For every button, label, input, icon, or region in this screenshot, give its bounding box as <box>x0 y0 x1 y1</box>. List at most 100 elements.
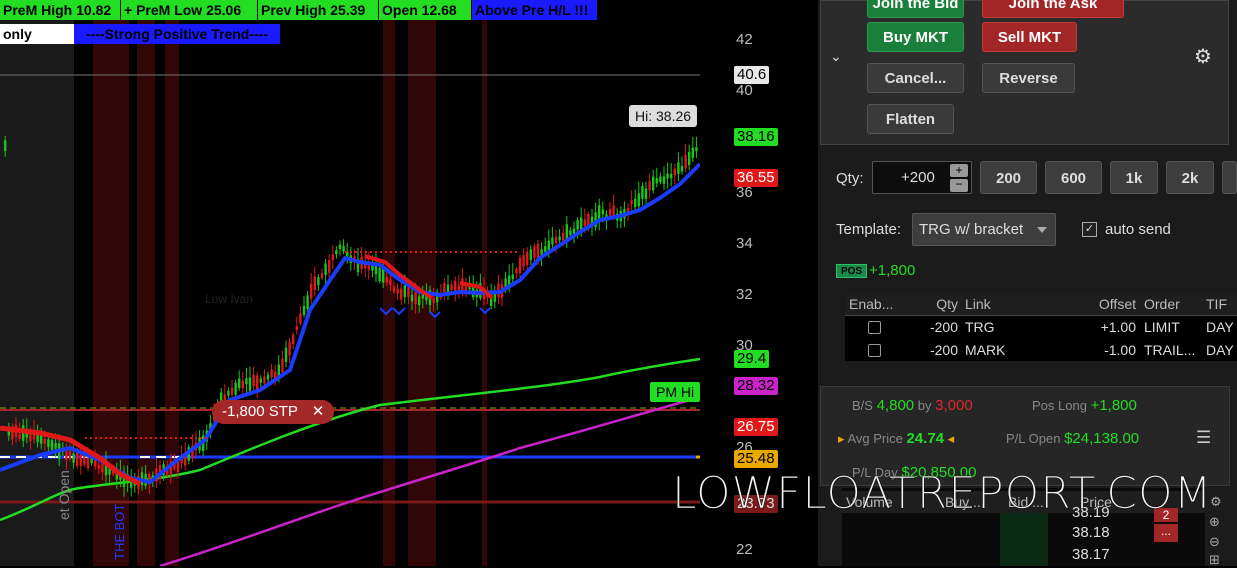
row-offset: +1.00 <box>1100 319 1136 335</box>
qty-preset-more[interactable] <box>1222 161 1237 194</box>
candle-body <box>331 254 334 261</box>
close-icon[interactable]: ✕ <box>312 403 325 420</box>
qty-input[interactable]: +200 + − <box>872 161 972 194</box>
candle-body <box>655 178 658 184</box>
candle-body <box>338 244 342 249</box>
candle-body <box>554 236 558 244</box>
candle-body <box>533 246 536 258</box>
row-tif: DAY <box>1206 342 1234 358</box>
ladder-row[interactable]: 38.17 <box>1072 546 1110 563</box>
stop-order-pill[interactable]: -1,800 STP ✕ <box>212 400 335 424</box>
price-tag-pink: 28.32 <box>734 377 778 395</box>
candle-body <box>659 176 662 183</box>
ladder-row[interactable]: 38.18 <box>1072 524 1110 541</box>
row-order: TRAIL... <box>1144 342 1196 358</box>
join-bid-button[interactable]: Join the Bid <box>867 0 964 18</box>
collapse-chevron-icon[interactable]: ⌄ <box>830 48 842 65</box>
candle-body <box>529 249 532 260</box>
header-tif[interactable]: TIF <box>1206 293 1237 315</box>
bot-vertical-label: THE BOT <box>112 503 127 560</box>
candle-body <box>569 230 572 235</box>
candle-body <box>230 387 234 395</box>
premarket-low-badge: + PreM Low 25.06 <box>121 0 257 20</box>
zoom-out-icon[interactable]: ⊖ <box>1209 534 1220 550</box>
header-order[interactable]: Order <box>1144 293 1199 315</box>
join-ask-button[interactable]: Join the Ask <box>982 0 1124 18</box>
candle-body <box>227 390 230 396</box>
row-tif: DAY <box>1206 319 1234 335</box>
avg-price-label: Avg Price <box>847 431 903 446</box>
above-pre-badge: Above Pre H/L !!! <box>472 0 597 20</box>
row-enabled-checkbox[interactable] <box>868 321 881 334</box>
candle-body <box>565 224 568 240</box>
cancel-button[interactable]: Cancel... <box>867 63 964 93</box>
candle-body <box>295 326 298 331</box>
bs-by: by <box>917 398 932 413</box>
qty-increment-icon[interactable]: + <box>950 164 968 177</box>
candle-body <box>522 255 525 267</box>
auto-send-checkbox[interactable]: ✓ <box>1082 222 1097 237</box>
candle-body <box>421 294 424 299</box>
list-menu-icon[interactable]: ☰ <box>1196 428 1211 448</box>
row-link: TRG <box>965 319 995 335</box>
candle-body <box>299 313 302 324</box>
ask-size-cell: ... <box>1154 524 1178 542</box>
candle-body <box>407 287 410 298</box>
qty-preset-1k[interactable]: 1k <box>1110 161 1158 194</box>
candle-body <box>652 176 655 191</box>
chart-canvas[interactable] <box>0 0 730 566</box>
buy-sell-stat: B/S 4,800 by 3,000 <box>852 397 973 414</box>
price-chart[interactable]: PreM High 10.82 + PreM Low 25.06 Prev Hi… <box>0 0 730 566</box>
qty-value: +200 <box>901 169 935 186</box>
price-label-22: 22 <box>736 541 753 558</box>
pl-open-value: $24,138.00 <box>1064 430 1140 447</box>
candle-body <box>410 294 414 302</box>
candle-body <box>252 374 255 387</box>
price-label-32: 32 <box>736 286 753 303</box>
row-offset: -1.00 <box>1104 342 1136 358</box>
price-tag-stop: 26.75 <box>734 418 778 436</box>
price-tag-29-4: 29.4 <box>734 350 770 368</box>
header-offset[interactable]: Offset <box>1023 293 1136 315</box>
candle-body <box>634 198 637 208</box>
sell-market-button[interactable]: Sell MKT <box>982 22 1077 52</box>
bs-label: B/S <box>852 398 873 413</box>
candle-body <box>680 166 684 172</box>
candle-body <box>601 209 604 215</box>
template-value: TRG w/ bracket <box>919 221 1024 238</box>
candle-body <box>4 140 7 152</box>
candle-body <box>245 378 248 385</box>
candle-body <box>378 268 381 282</box>
candle-body <box>518 257 522 274</box>
candle-body <box>97 464 100 469</box>
reverse-button[interactable]: Reverse <box>982 63 1075 93</box>
qty-preset-600[interactable]: 600 <box>1045 161 1102 194</box>
header-enabled[interactable]: Enab... <box>849 293 904 315</box>
price-tag-last: 38.16 <box>734 128 778 146</box>
buy-market-button[interactable]: Buy MKT <box>867 22 964 52</box>
candle-body <box>263 376 266 384</box>
header-link[interactable]: Link <box>965 293 1020 315</box>
table-row[interactable]: -200 MARK -1.00 TRAIL... DAY <box>845 339 1237 361</box>
price-label-42: 42 <box>736 31 753 48</box>
bid-column-shade <box>1000 513 1048 566</box>
candle-body <box>396 288 399 294</box>
row-enabled-checkbox[interactable] <box>868 344 881 357</box>
header-qty[interactable]: Qty <box>903 293 958 315</box>
qty-preset-200[interactable]: 200 <box>980 161 1037 194</box>
candle-body <box>335 250 338 255</box>
only-badge: only <box>0 24 74 44</box>
price-tag-40-6: 40.6 <box>734 66 770 84</box>
price-tag-blue: 25.48 <box>734 450 778 468</box>
candle-body <box>317 277 320 286</box>
qty-decrement-icon[interactable]: − <box>950 178 968 192</box>
gear-icon[interactable]: ⚙ <box>1194 44 1212 69</box>
flatten-button[interactable]: Flatten <box>867 104 954 134</box>
template-select[interactable]: TRG w/ bracket <box>912 213 1056 246</box>
candle-body <box>576 220 579 230</box>
table-row[interactable]: -200 TRG +1.00 LIMIT DAY <box>845 316 1237 338</box>
candle-body <box>695 147 698 152</box>
qty-preset-2k[interactable]: 2k <box>1166 161 1214 194</box>
avg-price-stat[interactable]: ▸ Avg Price 24.74 ◂ <box>838 430 954 447</box>
candle-body <box>90 458 93 464</box>
